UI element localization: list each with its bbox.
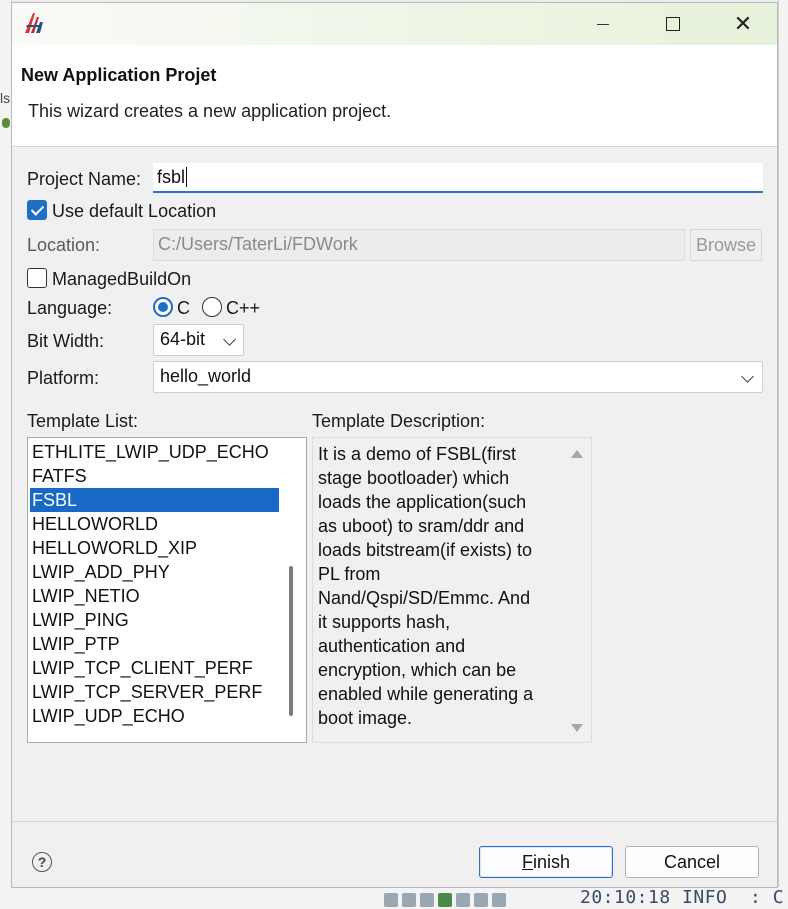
minimize-icon (597, 23, 609, 25)
language-c-radio[interactable] (153, 297, 173, 317)
maximize-button[interactable] (638, 3, 708, 45)
template-description-box: It is a demo of FSBL(first stage bootloa… (312, 437, 592, 743)
chevron-down-icon (223, 333, 236, 346)
description-line: it supports hash, (318, 612, 451, 632)
project-name-label: Project Name: (27, 169, 142, 189)
background-icon (2, 118, 10, 128)
cancel-button[interactable]: Cancel (625, 846, 759, 878)
finish-mnemonic: F (521, 851, 533, 872)
template-list-label: Template List: (27, 411, 139, 431)
background-tool-icon (420, 893, 434, 907)
background-window-right (778, 0, 788, 909)
description-line: encryption, which can be (318, 660, 517, 680)
description-line: PL from (318, 564, 381, 584)
language-label: Language: (27, 298, 113, 318)
dialog-footer: ? Finish Cancel (12, 821, 777, 887)
bit-width-select[interactable]: 64-bit (153, 324, 244, 356)
background-tool-icon (474, 893, 488, 907)
bit-width-value: 64-bit (160, 329, 206, 349)
template-list-item[interactable]: LWIP_PING (30, 608, 279, 632)
dialog-description: This wizard creates a new application pr… (28, 101, 392, 121)
location-label: Location: (27, 235, 101, 255)
description-line: It is a demo of FSBL(first (318, 444, 517, 464)
maximize-icon (666, 17, 680, 31)
new-application-project-dialog: ✕ New Application Projet This wizard cre… (11, 2, 778, 888)
template-list-item[interactable]: LWIP_TCP_CLIENT_PERF (30, 656, 279, 680)
description-line: Nand/Qspi/SD/Emmc. And (318, 588, 531, 608)
background-text-fragment: ls (0, 90, 11, 106)
language-c-label[interactable]: C (177, 298, 190, 319)
description-line: authentication and (318, 636, 466, 656)
platform-value: hello_world (160, 366, 252, 386)
project-name-value: fsbl (157, 166, 186, 187)
chevron-down-icon (741, 370, 754, 383)
background-console-strip: 20:10:18 INFO : C (0, 887, 788, 909)
close-icon: ✕ (733, 11, 753, 36)
description-line: as uboot) to sram/ddr and (318, 516, 525, 536)
template-description-text: It is a demo of FSBL(first stage bootloa… (318, 442, 560, 730)
platform-label: Platform: (27, 368, 100, 388)
background-tool-icon (402, 893, 416, 907)
wizard-header: New Application Projet This wizard creat… (12, 45, 777, 147)
description-line: boot image. (318, 708, 413, 728)
finish-button[interactable]: Finish (479, 846, 613, 878)
template-description-label: Template Description: (312, 411, 486, 431)
template-list-item[interactable]: LWIP_PTP (30, 632, 279, 656)
platform-select[interactable]: hello_world (153, 361, 763, 393)
app-logo-icon (25, 13, 43, 33)
description-line: enabled while generating a (318, 684, 534, 704)
template-list[interactable]: ETHLITE_LWIP_UDP_ECHO FATFS FSBL HELLOWO… (27, 437, 307, 743)
template-list-item[interactable]: ETHLITE_LWIP_UDP_ECHO (30, 440, 279, 464)
project-name-input[interactable]: fsbl (153, 163, 763, 193)
template-list-item[interactable]: HELLOWORLD_XIP (30, 536, 279, 560)
managed-build-label[interactable]: ManagedBuildOn (52, 269, 191, 290)
use-default-location-label[interactable]: Use default Location (52, 201, 216, 222)
template-list-item[interactable]: FATFS (30, 464, 279, 488)
scroll-down-arrow-icon[interactable] (571, 724, 583, 732)
template-list-item[interactable]: LWIP_ADD_PHY (30, 560, 279, 584)
text-caret (186, 167, 188, 187)
template-list-item[interactable]: LWIP_TCP_SERVER_PERF (30, 680, 279, 704)
location-input[interactable]: C:/Users/TaterLi/FDWork (153, 229, 685, 261)
close-button[interactable]: ✕ (708, 3, 778, 45)
background-console-log: 20:10:18 INFO : C (580, 887, 785, 908)
background-toolbar (384, 893, 506, 907)
description-line: loads the application(such (318, 492, 527, 512)
template-list-scrollbar[interactable] (289, 566, 293, 716)
language-cpp-label[interactable]: C++ (226, 298, 260, 319)
background-tool-icon (384, 893, 398, 907)
language-cpp-radio[interactable] (202, 297, 222, 317)
finish-label: inish (532, 851, 571, 872)
bit-width-label: Bit Width: (27, 331, 105, 351)
template-list-item[interactable]: LWIP_UDP_ECHO (30, 704, 279, 728)
title-bar[interactable]: ✕ (12, 3, 777, 45)
template-list-item[interactable]: LWIP_NETIO (30, 584, 279, 608)
description-line: stage bootloader) which (318, 468, 510, 488)
dialog-title: New Application Projet (21, 65, 217, 85)
location-value: C:/Users/TaterLi/FDWork (158, 234, 358, 254)
template-list-item[interactable]: HELLOWORLD (30, 512, 279, 536)
background-tool-icon (492, 893, 506, 907)
use-default-location-checkbox[interactable] (27, 200, 47, 220)
description-line: loads bitstream(if exists) to (318, 540, 533, 560)
template-list-item-selected[interactable]: FSBL (30, 488, 279, 512)
scroll-up-arrow-icon[interactable] (571, 450, 583, 458)
browse-button[interactable]: Browse (690, 229, 762, 261)
managed-build-checkbox[interactable] (27, 268, 47, 288)
minimize-button[interactable] (568, 3, 638, 45)
background-tool-icon (438, 893, 452, 907)
help-icon[interactable]: ? (32, 852, 52, 872)
background-tool-icon (456, 893, 470, 907)
